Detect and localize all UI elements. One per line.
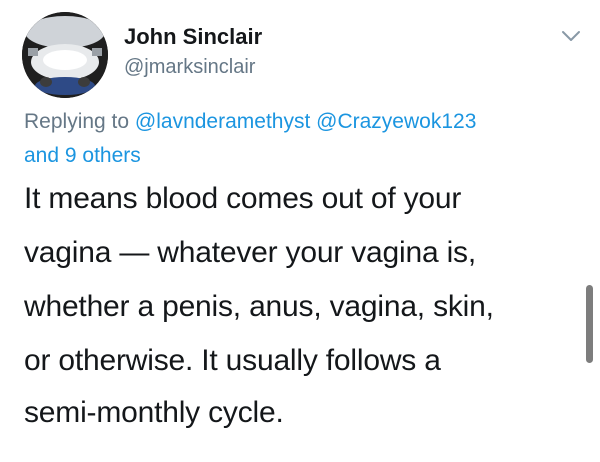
replying-to-others: and 9 others: [24, 144, 141, 168]
avatar-image: [22, 12, 108, 98]
scrollbar-thumb[interactable]: [586, 285, 593, 363]
replying-to-line: Replying to @lavnderamethyst @Crazyewok1…: [24, 110, 476, 134]
tweet-text-line: whether a penis, anus, vagina, skin,: [24, 290, 494, 323]
author-handle[interactable]: @jmarksinclair: [124, 56, 255, 79]
chevron-down-icon[interactable]: [560, 28, 582, 44]
tweet-card: John Sinclair @jmarksinclair Replying to…: [0, 0, 600, 462]
mention-link[interactable]: @Crazyewok123: [316, 110, 476, 133]
author-name[interactable]: John Sinclair: [124, 24, 262, 50]
tweet-text-line: It means blood comes out of your: [24, 182, 462, 215]
others-link[interactable]: and 9 others: [24, 144, 141, 167]
avatar[interactable]: [22, 12, 108, 98]
replying-to-label: Replying to: [24, 110, 130, 133]
tweet-text-line: semi-monthly cycle.: [24, 396, 284, 429]
tweet-text-line: or otherwise. It usually follows a: [24, 344, 441, 377]
tweet-text-line: vagina — whatever your vagina is,: [24, 236, 476, 269]
mention-link[interactable]: @lavnderamethyst: [135, 110, 310, 133]
